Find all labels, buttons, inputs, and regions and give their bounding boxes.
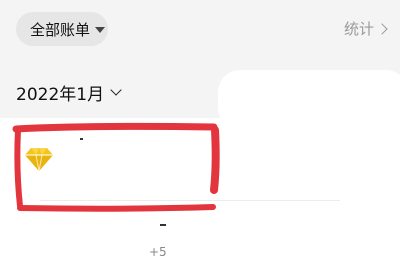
chevron-right-icon bbox=[376, 22, 388, 35]
account-filter-dropdown[interactable]: 全部账单 bbox=[16, 12, 108, 46]
amount-value: +5 bbox=[149, 245, 167, 259]
stats-link-label: 统计 bbox=[343, 20, 374, 38]
divider bbox=[40, 200, 340, 201]
diamond-icon[interactable] bbox=[24, 146, 54, 172]
caret-down-icon bbox=[95, 27, 106, 33]
stats-link[interactable]: 统计 bbox=[343, 18, 388, 39]
text-fragment bbox=[160, 224, 166, 226]
month-picker-label: 2022年1月 bbox=[16, 85, 105, 105]
text-fragment bbox=[80, 138, 83, 140]
transaction-list bbox=[0, 118, 400, 260]
chevron-down-icon bbox=[110, 84, 122, 96]
account-filter-label: 全部账单 bbox=[30, 20, 91, 39]
month-picker[interactable]: 2022年1月 bbox=[16, 80, 122, 105]
